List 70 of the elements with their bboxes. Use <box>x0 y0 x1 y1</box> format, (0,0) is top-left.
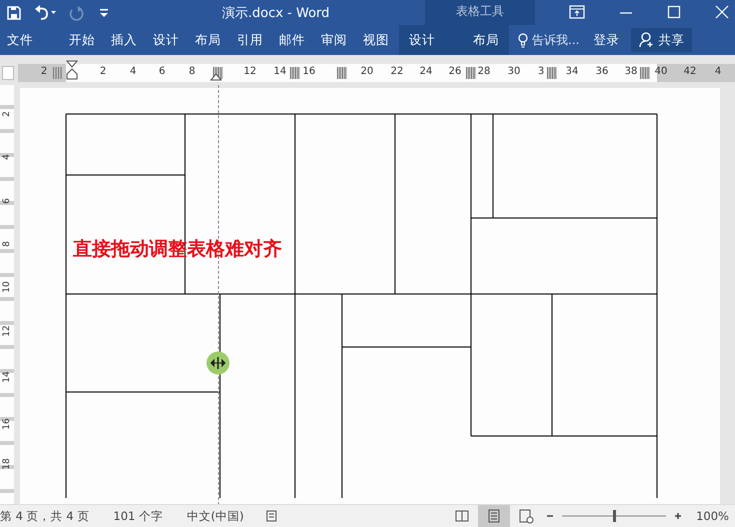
ruler-number: 20 <box>360 66 374 76</box>
column-marker[interactable] <box>640 66 650 78</box>
plus-icon[interactable] <box>674 512 682 520</box>
ruler-number: 28 <box>476 66 492 76</box>
margin-marker-icon[interactable] <box>210 72 222 80</box>
column-marker[interactable] <box>337 66 347 78</box>
ruler-number: 22 <box>390 66 404 76</box>
share-button[interactable]: 共享 <box>631 28 692 52</box>
ruler-number: 4 <box>2 153 12 162</box>
ruler-number: 26 <box>448 66 462 76</box>
ribbon-tab[interactable]: 布局 <box>463 25 509 55</box>
ruler-number: 30 <box>506 66 522 76</box>
ribbon-tab[interactable]: 开始 <box>61 25 103 55</box>
save-icon[interactable] <box>6 4 22 20</box>
ruler-number: 34 <box>564 66 580 76</box>
ruler-number: 18 <box>2 457 12 471</box>
column-marker[interactable] <box>547 66 557 78</box>
ruler-number: 10 <box>2 280 12 294</box>
language-indicator[interactable]: 中文(中国) <box>186 508 244 524</box>
ruler-number: 4 <box>128 66 138 76</box>
contextual-group-label: 表格工具 <box>425 0 535 25</box>
column-marker[interactable] <box>53 66 63 78</box>
ruler-number: 2 <box>40 66 48 76</box>
ribbon-tab[interactable]: 视图 <box>355 25 397 55</box>
ruler-number: 4 <box>714 66 722 76</box>
resize-cursor-icon <box>206 351 230 375</box>
ruler-number: 2 <box>98 66 108 76</box>
ruler-number: 6 <box>158 66 166 76</box>
zoom-slider-thumb[interactable] <box>613 510 616 522</box>
zoom-level[interactable]: 100% <box>696 509 729 523</box>
ruler-number: 24 <box>418 66 434 76</box>
column-marker[interactable] <box>466 66 476 78</box>
undo-icon[interactable] <box>34 4 56 20</box>
ruler-number: 38 <box>624 66 638 76</box>
tell-me-field[interactable]: 告诉我... <box>532 32 580 48</box>
column-marker[interactable] <box>290 66 300 78</box>
word-count[interactable]: 101 个字 <box>113 508 163 524</box>
ruler-number: 3 <box>536 66 546 76</box>
ruler-number: 14 <box>272 66 288 76</box>
person-icon <box>639 32 656 48</box>
web-layout-icon[interactable] <box>518 508 534 524</box>
ribbon-tab[interactable]: 邮件 <box>271 25 313 55</box>
maximize-icon[interactable] <box>667 5 681 19</box>
print-layout-icon[interactable] <box>478 505 510 527</box>
lightbulb-icon <box>518 32 528 48</box>
ribbon-tab[interactable]: 设计 <box>399 25 445 55</box>
window-title: 演示.docx - Word <box>222 5 330 22</box>
ruler-number: 12 <box>242 66 258 76</box>
ribbon-display-icon[interactable] <box>569 5 585 19</box>
ribbon-tab[interactable]: 插入 <box>103 25 145 55</box>
close-icon[interactable] <box>715 5 729 19</box>
ribbon-tab[interactable]: 设计 <box>145 25 187 55</box>
ribbon-tab[interactable]: 审阅 <box>313 25 355 55</box>
page-count[interactable]: 第 4 页，共 4 页 <box>0 508 90 524</box>
ruler-number: 12 <box>2 324 12 338</box>
ruler-number: 40 <box>654 66 668 76</box>
ribbon-tab[interactable]: 文件 <box>0 25 43 55</box>
ribbon-tab[interactable]: 引用 <box>229 25 271 55</box>
ruler-number: 8 <box>188 66 196 76</box>
ruler-number: 6 <box>2 197 12 206</box>
ruler-number: 14 <box>2 370 12 384</box>
ruler-number: 8 <box>2 240 12 249</box>
sign-in-link[interactable]: 登录 <box>593 32 620 48</box>
ruler-number: 36 <box>594 66 610 76</box>
ruler-number: 16 <box>302 66 316 76</box>
read-mode-icon[interactable] <box>454 508 470 524</box>
ruler-number: 42 <box>682 66 698 76</box>
ribbon-tab[interactable]: 布局 <box>187 25 229 55</box>
ruler-number: 2 <box>2 110 12 119</box>
ruler-number: 16 <box>2 417 12 431</box>
